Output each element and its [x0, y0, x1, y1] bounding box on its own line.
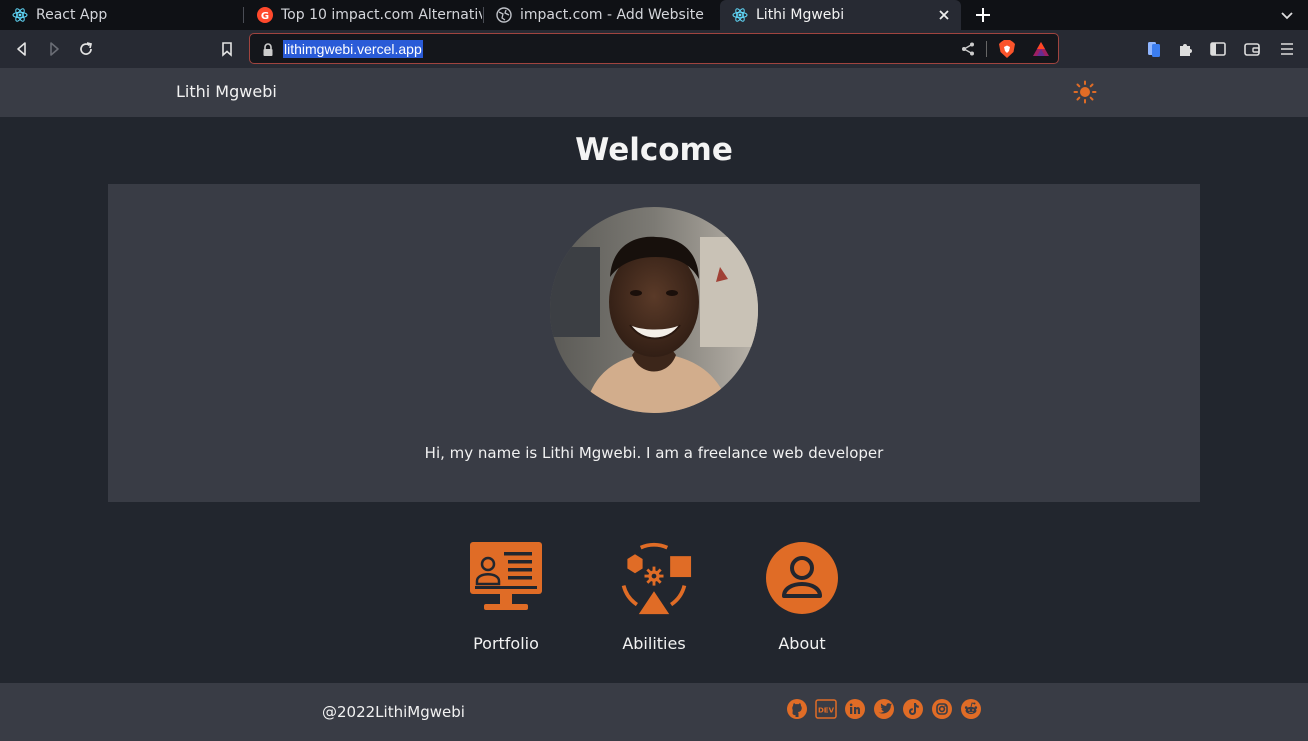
tiktok-icon[interactable] [902, 698, 924, 720]
about-icon [764, 540, 840, 616]
rewards-triangle-icon[interactable] [1032, 40, 1050, 58]
page-title: Welcome [575, 132, 733, 168]
back-button[interactable] [12, 39, 32, 59]
linkedin-icon[interactable] [844, 698, 866, 720]
react-icon [732, 7, 748, 23]
tab-react-app[interactable]: React App [0, 0, 243, 30]
globe-icon [496, 7, 512, 23]
tab-impact-add-website[interactable]: impact.com - Add Website [484, 0, 720, 30]
instagram-icon[interactable] [931, 698, 953, 720]
twitter-icon[interactable] [873, 698, 895, 720]
chevron-down-icon[interactable] [1278, 6, 1296, 24]
browser-toolbar: lithimgwebi.vercel.app [0, 30, 1308, 68]
close-tab-icon[interactable] [935, 6, 953, 24]
leo-sidebar-icon[interactable] [1145, 40, 1163, 58]
browser-tab-bar: React App G Top 10 impact.com Alternativ… [0, 0, 1308, 30]
abilities-icon [616, 540, 692, 616]
profile-photo [550, 207, 758, 413]
tab-title: React App [36, 7, 108, 23]
nav-label-about: About [778, 634, 826, 653]
svg-text:G: G [261, 11, 269, 22]
nav-label-abilities: Abilities [622, 634, 686, 653]
forward-button[interactable] [44, 39, 64, 59]
divider [986, 41, 987, 57]
brave-shields-icon[interactable] [998, 39, 1016, 59]
extensions-icon[interactable] [1177, 40, 1195, 58]
menu-icon[interactable] [1278, 40, 1296, 58]
lock-icon [262, 42, 274, 56]
tab-g2-alternatives[interactable]: G Top 10 impact.com Alternativ [245, 0, 482, 30]
github-icon[interactable] [786, 698, 808, 720]
site-footer: @2022LithiMgwebi DEV [0, 683, 1308, 741]
tab-lithi-mgwebi[interactable]: Lithi Mgwebi [720, 0, 961, 30]
share-icon[interactable] [960, 41, 976, 57]
new-tab-button[interactable] [972, 4, 994, 26]
svg-text:DEV: DEV [818, 707, 835, 715]
intro-text: Hi, my name is Lithi Mgwebi. I am a free… [424, 444, 884, 462]
bookmark-icon[interactable] [217, 39, 237, 59]
tab-title: Lithi Mgwebi [756, 7, 845, 23]
tab-title: Top 10 impact.com Alternativ [281, 7, 482, 23]
tab-separator [243, 7, 244, 23]
g2-icon: G [257, 7, 273, 23]
abilities-link[interactable]: Abilities [604, 540, 704, 653]
url-text[interactable]: lithimgwebi.vercel.app [283, 40, 423, 58]
intro-card: Hi, my name is Lithi Mgwebi. I am a free… [108, 184, 1200, 502]
site-brand[interactable]: Lithi Mgwebi [176, 82, 277, 101]
site-header: Lithi Mgwebi [0, 68, 1308, 117]
react-icon [12, 7, 28, 23]
reddit-icon[interactable] [960, 698, 982, 720]
portfolio-link[interactable]: Portfolio [456, 540, 556, 653]
sun-icon[interactable] [1073, 80, 1097, 104]
address-bar[interactable]: lithimgwebi.vercel.app [249, 33, 1059, 64]
nav-label-portfolio: Portfolio [473, 634, 539, 653]
portfolio-icon [468, 540, 544, 616]
copyright-text: @2022LithiMgwebi [322, 703, 465, 721]
reload-button[interactable] [76, 39, 96, 59]
dev-icon[interactable]: DEV [815, 698, 837, 720]
about-link[interactable]: About [752, 540, 852, 653]
sidebar-toggle-icon[interactable] [1209, 40, 1227, 58]
tab-title: impact.com - Add Website [520, 7, 704, 23]
wallet-icon[interactable] [1243, 40, 1261, 58]
